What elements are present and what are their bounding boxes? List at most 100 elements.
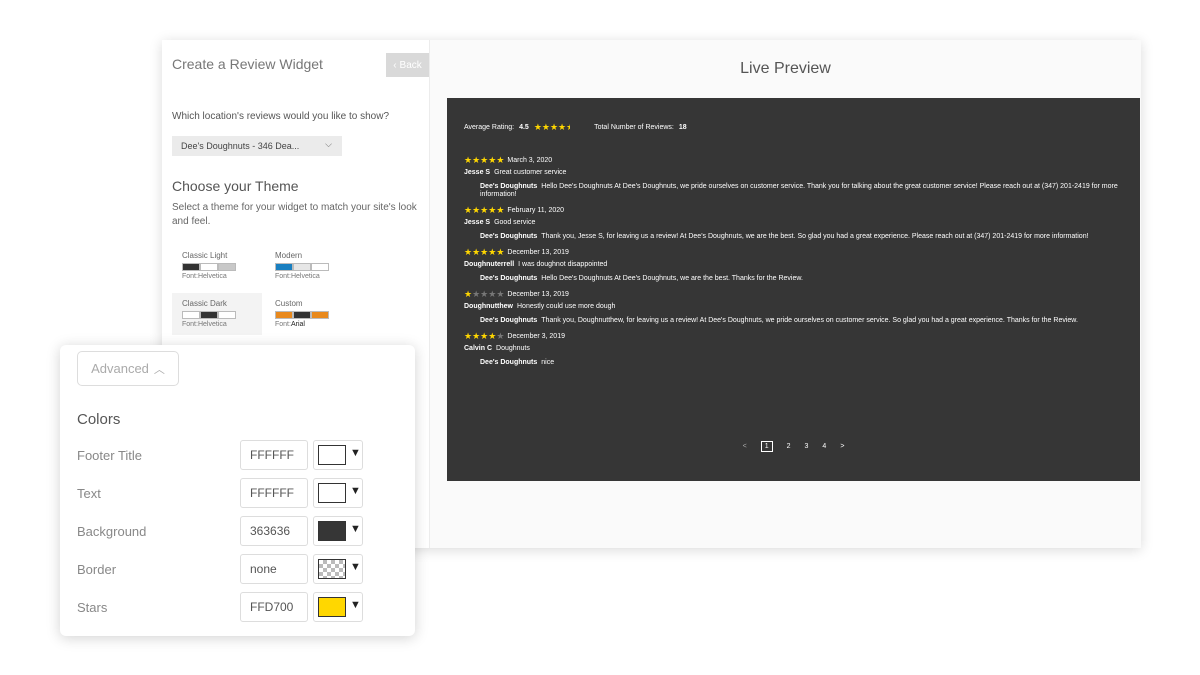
review-stars: ★★★★★ — [464, 289, 504, 300]
colors-title: Colors — [77, 411, 121, 428]
star-filled-icon: ★ — [464, 246, 473, 257]
theme-swatches — [275, 311, 355, 319]
review-date: December 3, 2019 — [507, 332, 565, 340]
half-star-icon: ★ — [566, 122, 570, 133]
theme-classic-dark[interactable]: Classic Dark Font:Helvetica — [172, 293, 262, 335]
page-4-button[interactable]: 4 — [822, 443, 826, 450]
theme-swatches — [182, 311, 262, 319]
panel-title: Create a Review Widget — [172, 56, 323, 72]
color-swatch — [318, 445, 346, 465]
star-empty-icon: ★ — [472, 288, 481, 299]
review-meta: ★★★★★ March 3, 2020 — [464, 154, 1124, 166]
review-comment: Honestly could use more dough — [517, 303, 616, 310]
review-author-line: Calvin C Doughnuts — [464, 345, 1124, 355]
theme-name: Modern — [275, 251, 303, 260]
footer-title-color-picker[interactable]: ▼ — [313, 440, 363, 470]
color-row-text: Text ▼ — [77, 478, 397, 508]
swatch — [311, 311, 329, 319]
star-filled-icon: ★ — [496, 246, 505, 257]
review-author: Doughnuterrell — [464, 261, 515, 268]
text-color-picker[interactable]: ▼ — [313, 478, 363, 508]
avg-rating-label: Average Rating: — [464, 124, 515, 131]
border-color-picker[interactable]: ▼ — [313, 554, 363, 584]
review-meta: ★★★★★ February 11, 2020 — [464, 204, 1124, 216]
star-filled-icon: ★ — [496, 154, 505, 165]
swatch — [293, 311, 311, 319]
background-hex-input[interactable] — [240, 516, 308, 546]
back-label: Back — [399, 59, 422, 71]
review-author-line: Doughnuterrell I was doughnot disappointe… — [464, 261, 1124, 271]
caret-down-icon: ▼ — [350, 599, 361, 611]
reply-text: Hello Dee's Doughnuts At Dee's Doughnuts… — [541, 275, 803, 282]
theme-name: Custom — [275, 299, 303, 308]
review-item: ★★★★★ December 3, 2019 Calvin C Doughnuts … — [464, 330, 1124, 367]
back-button[interactable]: ‹ Back — [386, 53, 429, 77]
review-item: ★★★★★ February 11, 2020 Jesse S Good servi… — [464, 204, 1124, 241]
color-row-border: Border ▼ — [77, 554, 397, 584]
swatch — [218, 263, 236, 271]
theme-name: Classic Light — [182, 251, 228, 260]
swatch — [293, 263, 311, 271]
review-meta: ★★★★★ December 13, 2019 — [464, 246, 1124, 258]
reply-from: Dee's Doughnuts — [480, 317, 538, 324]
color-swatch — [318, 521, 346, 541]
review-author-line: Jesse S Good service — [464, 219, 1124, 229]
prev-page-button[interactable]: < — [743, 443, 747, 450]
theme-custom[interactable]: Custom Font:Arial — [265, 293, 355, 335]
text-hex-input[interactable] — [240, 478, 308, 508]
advanced-toggle-button[interactable]: Advanced ︿ — [77, 351, 179, 386]
total-reviews-value: 18 — [678, 124, 687, 131]
theme-font: Font:Helvetica — [275, 273, 320, 280]
reply-from: Dee's Doughnuts — [480, 183, 538, 190]
location-question: Which location's reviews would you like … — [172, 111, 390, 122]
background-color-picker[interactable]: ▼ — [313, 516, 363, 546]
review-list: ★★★★★ March 3, 2020 Jesse S Great customer… — [464, 154, 1124, 372]
swatch — [218, 311, 236, 319]
swatch — [275, 311, 293, 319]
reply-text: Thank you, Jesse S, for leaving us a rev… — [541, 233, 1089, 240]
color-row-stars: Stars ▼ — [77, 592, 397, 622]
star-filled-icon: ★ — [464, 288, 473, 299]
border-hex-input[interactable] — [240, 554, 308, 584]
review-stars: ★★★★★ — [464, 155, 504, 166]
star-empty-icon: ★ — [496, 288, 505, 299]
review-meta: ★★★★★ December 3, 2019 — [464, 330, 1124, 342]
review-stars: ★★★★★ — [464, 247, 504, 258]
transparent-swatch — [318, 559, 346, 579]
review-author: Jesse S — [464, 219, 491, 226]
stars-color-picker[interactable]: ▼ — [313, 592, 363, 622]
review-stars: ★★★★★ — [464, 205, 504, 216]
theme-name: Classic Dark — [182, 299, 227, 308]
theme-swatches — [275, 263, 355, 271]
swatch — [182, 311, 200, 319]
rating-summary: Average Rating: 4.5 ★★★★★ Total Number o… — [464, 122, 692, 133]
review-date: February 11, 2020 — [507, 206, 565, 214]
star-filled-icon: ★ — [464, 330, 473, 341]
theme-font: Font:Helvetica — [182, 273, 227, 280]
theme-modern[interactable]: Modern Font:Helvetica — [265, 245, 355, 287]
swatch — [311, 263, 329, 271]
theme-font: Font:Helvetica — [182, 321, 227, 328]
stars-hex-input[interactable] — [240, 592, 308, 622]
theme-classic-light[interactable]: Classic Light Font:Helvetica — [172, 245, 262, 287]
location-select[interactable]: Dee's Doughnuts - 346 Dea... ⌵ — [172, 136, 342, 156]
review-item: ★★★★★ December 13, 2019 Doughnuterrell I w… — [464, 246, 1124, 283]
page-3-button[interactable]: 3 — [805, 443, 809, 450]
review-widget-preview: Average Rating: 4.5 ★★★★★ Total Number o… — [447, 98, 1140, 481]
color-row-background: Background ▼ — [77, 516, 397, 546]
settings-header: Create a Review Widget ‹ Back — [162, 40, 429, 90]
pagination: < 1 2 3 4 > — [447, 441, 1140, 452]
caret-down-icon: ▼ — [350, 447, 361, 459]
footer-title-hex-input[interactable] — [240, 440, 308, 470]
review-item: ★★★★★ March 3, 2020 Jesse S Great customer… — [464, 154, 1124, 199]
theme-swatches — [182, 263, 262, 271]
theme-font-prefix: Font: — [275, 321, 291, 328]
color-swatch — [318, 597, 346, 617]
reply-text: nice — [541, 359, 555, 366]
next-page-button[interactable]: > — [840, 443, 844, 450]
page-2-button[interactable]: 2 — [787, 443, 791, 450]
star-empty-icon: ★ — [496, 330, 505, 341]
preview-panel: Live Preview Average Rating: 4.5 ★★★★★ T… — [430, 40, 1141, 548]
chevron-down-icon: ⌵ — [325, 139, 332, 149]
page-1-button[interactable]: 1 — [760, 441, 773, 452]
